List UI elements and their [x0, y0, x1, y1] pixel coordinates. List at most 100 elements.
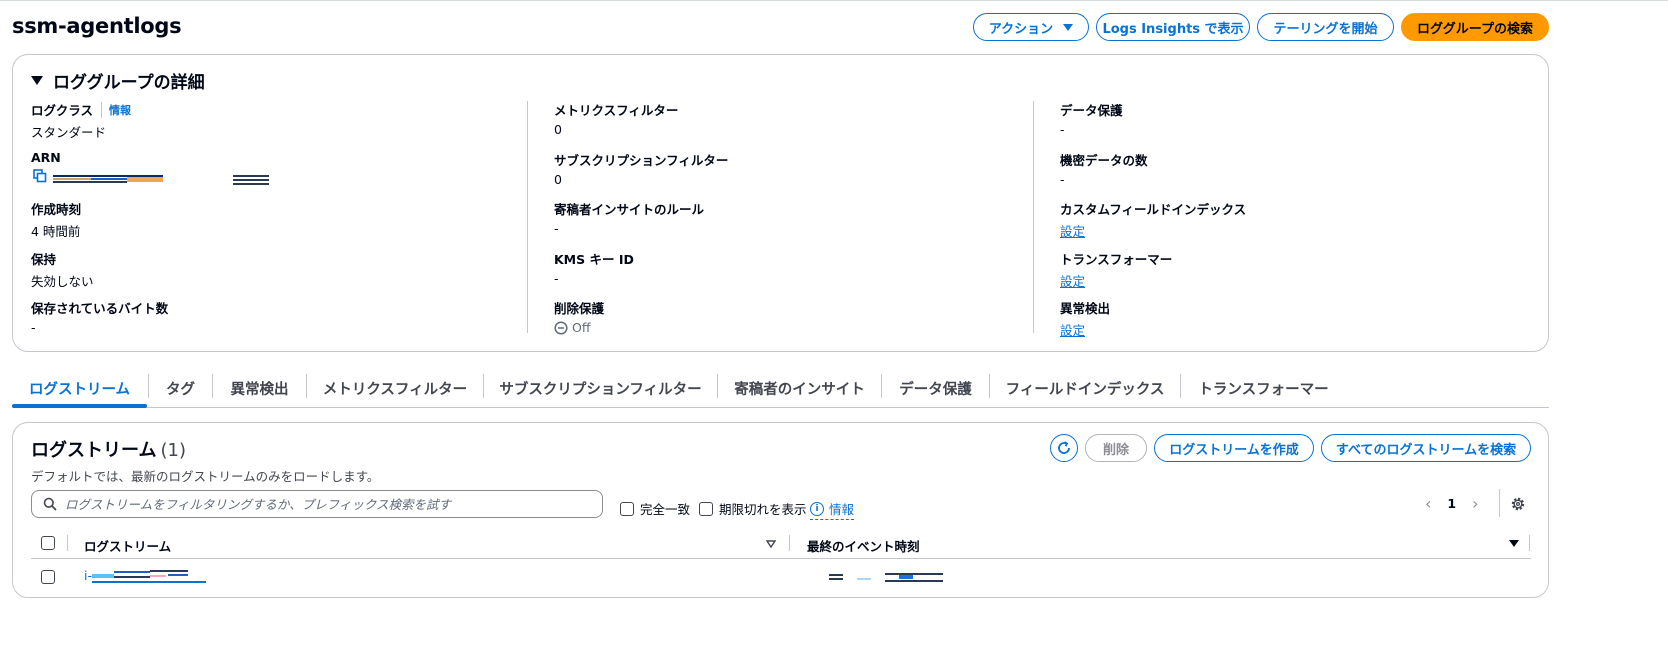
tab-log-streams[interactable]: ログストリーム — [12, 370, 147, 408]
tab-anomaly-detection[interactable]: 異常検出 — [213, 370, 306, 407]
log-streams-heading: ログストリーム (1) — [31, 436, 186, 462]
deletion-protection-label: 削除保護 — [554, 301, 605, 316]
chevron-left-icon[interactable]: ‹ — [1425, 494, 1431, 513]
actions-button[interactable]: アクション — [973, 13, 1089, 41]
deletion-protection-status: Off — [554, 320, 604, 335]
redaction-bar — [150, 570, 188, 572]
metric-filters-label: メトリクスフィルター — [554, 103, 679, 118]
redaction-bar — [885, 580, 943, 582]
redaction-bar — [91, 178, 127, 180]
sensitive-data-count-value: - — [1060, 172, 1065, 187]
redaction-bar — [53, 181, 127, 183]
redaction-bar — [127, 177, 163, 182]
tab-transformer[interactable]: トランスフォーマー — [1181, 370, 1346, 407]
exact-match-checkbox[interactable] — [620, 501, 634, 516]
create-log-stream-button[interactable]: ログストリームを作成 — [1154, 434, 1314, 462]
log-stream-search-input[interactable] — [65, 496, 585, 512]
sort-descending-icon[interactable] — [1509, 540, 1519, 547]
stored-bytes-label: 保存されているバイト数 — [31, 301, 169, 316]
sensitive-data-count-label: 機密データの数 — [1060, 153, 1148, 168]
sensitive-data-count-field: 機密データの数 - — [1060, 150, 1148, 187]
column-separator — [1529, 535, 1530, 551]
log-class-info-link[interactable]: 情報 — [101, 101, 131, 118]
search-icon — [43, 497, 57, 511]
tab-data-protection[interactable]: データ保護 — [882, 370, 989, 407]
search-log-group-button[interactable]: ロググループの検索 — [1401, 13, 1549, 41]
log-streams-count: (1) — [160, 440, 186, 461]
tab-tags[interactable]: タグ — [149, 370, 212, 407]
select-all-checkbox[interactable] — [41, 536, 55, 550]
tab-field-indexes[interactable]: フィールドインデックス — [990, 370, 1180, 407]
log-stream-filter[interactable] — [31, 490, 603, 518]
page-title: ssm-agentlogs — [12, 14, 182, 38]
anomaly-detection-label: 異常検出 — [1060, 301, 1111, 316]
tab-metric-filters[interactable]: メトリクスフィルター — [307, 370, 483, 407]
column-header-last-event-time[interactable]: 最終のイベント時刻 — [807, 536, 920, 555]
data-protection-field: データ保護 - — [1060, 100, 1123, 137]
exact-match-option[interactable]: 完全一致 — [620, 499, 690, 518]
search-all-log-streams-button[interactable]: すべてのログストリームを検索 — [1321, 434, 1531, 462]
start-tailing-button[interactable]: テーリングを開始 — [1257, 13, 1394, 41]
log-stream-name-prefix: i- — [84, 568, 92, 583]
redaction-bar — [829, 578, 843, 580]
copy-icon[interactable] — [33, 169, 47, 183]
anomaly-detection-link[interactable]: 設定 — [1060, 320, 1110, 339]
kms-key-field: KMS キー ID - — [554, 249, 634, 286]
subscription-filters-field: サブスクリプションフィルター 0 — [554, 150, 728, 187]
metric-filters-value: 0 — [554, 122, 562, 137]
delete-button-label: 削除 — [1102, 442, 1129, 458]
retention-label: 保持 — [31, 252, 57, 267]
logs-insights-button-label: Logs Insights で表示 — [1102, 21, 1244, 37]
contributor-insights-label: 寄稿者インサイトのルール — [554, 202, 705, 217]
created-label: 作成時刻 — [31, 202, 82, 217]
exact-match-label: 完全一致 — [640, 502, 691, 517]
sort-outline-icon[interactable] — [766, 539, 776, 549]
custom-field-index-link[interactable]: 設定 — [1060, 221, 1246, 240]
transformer-label: トランスフォーマー — [1060, 252, 1173, 267]
chevron-right-icon[interactable]: › — [1472, 494, 1478, 513]
redaction-bar — [92, 574, 114, 578]
column-header-log-stream[interactable]: ログストリーム — [84, 536, 171, 555]
redaction-bar — [168, 574, 188, 576]
row-checkbox[interactable] — [41, 570, 55, 584]
page-number[interactable]: 1 — [1447, 496, 1456, 511]
delete-button[interactable]: 削除 — [1085, 434, 1147, 462]
log-stream-link[interactable]: i- — [84, 568, 208, 586]
tab-contributor-insights[interactable]: 寄稿者のインサイト — [718, 370, 881, 407]
pagination-divider — [1499, 489, 1500, 517]
search-all-log-streams-button-label: すべてのログストリームを検索 — [1335, 442, 1517, 458]
gear-icon[interactable] — [1510, 496, 1526, 512]
create-log-stream-button-label: ログストリームを作成 — [1169, 442, 1299, 458]
created-field: 作成時刻 4 時間前 — [31, 199, 81, 240]
anomaly-detection-field: 異常検出 設定 — [1060, 298, 1110, 339]
refresh-button[interactable] — [1050, 434, 1078, 462]
logs-insights-button[interactable]: Logs Insights で表示 — [1096, 13, 1250, 41]
redaction-bar — [885, 573, 943, 575]
created-value: 4 時間前 — [31, 224, 81, 239]
custom-field-index-field: カスタムフィールドインデックス 設定 — [1060, 199, 1246, 240]
redaction-bar — [114, 571, 150, 573]
contributor-insights-value: - — [554, 221, 559, 236]
top-border — [0, 0, 1668, 1]
kms-key-label: KMS キー ID — [554, 252, 634, 267]
redaction-bar — [233, 179, 269, 181]
table-row: i- — [31, 560, 1531, 594]
log-streams-panel: ログストリーム (1) デフォルトでは、最新のログストリームのみをロードします。 … — [12, 422, 1549, 598]
log-streams-description: デフォルトでは、最新のログストリームのみをロードします。 — [31, 469, 380, 484]
show-expired-label: 期限切れを表示 — [719, 502, 807, 517]
log-class-value: スタンダード — [31, 125, 107, 140]
column-divider — [1033, 101, 1034, 333]
subscription-filters-label: サブスクリプションフィルター — [554, 153, 729, 168]
subscription-filters-value: 0 — [554, 172, 562, 187]
redaction-bar — [857, 578, 871, 580]
data-protection-label: データ保護 — [1060, 103, 1123, 118]
streams-info-link[interactable]: i 情報 — [810, 499, 855, 520]
info-icon: i — [810, 501, 824, 516]
tab-subscription-filters[interactable]: サブスクリプションフィルター — [484, 370, 717, 407]
show-expired-option[interactable]: 期限切れを表示 — [699, 499, 807, 518]
transformer-link[interactable]: 設定 — [1060, 271, 1172, 290]
contributor-insights-field: 寄稿者インサイトのルール - — [554, 199, 704, 236]
show-expired-checkbox[interactable] — [699, 501, 713, 516]
details-toggle[interactable]: ロググループの詳細 — [31, 68, 205, 93]
expanded-triangle-icon — [31, 76, 43, 85]
